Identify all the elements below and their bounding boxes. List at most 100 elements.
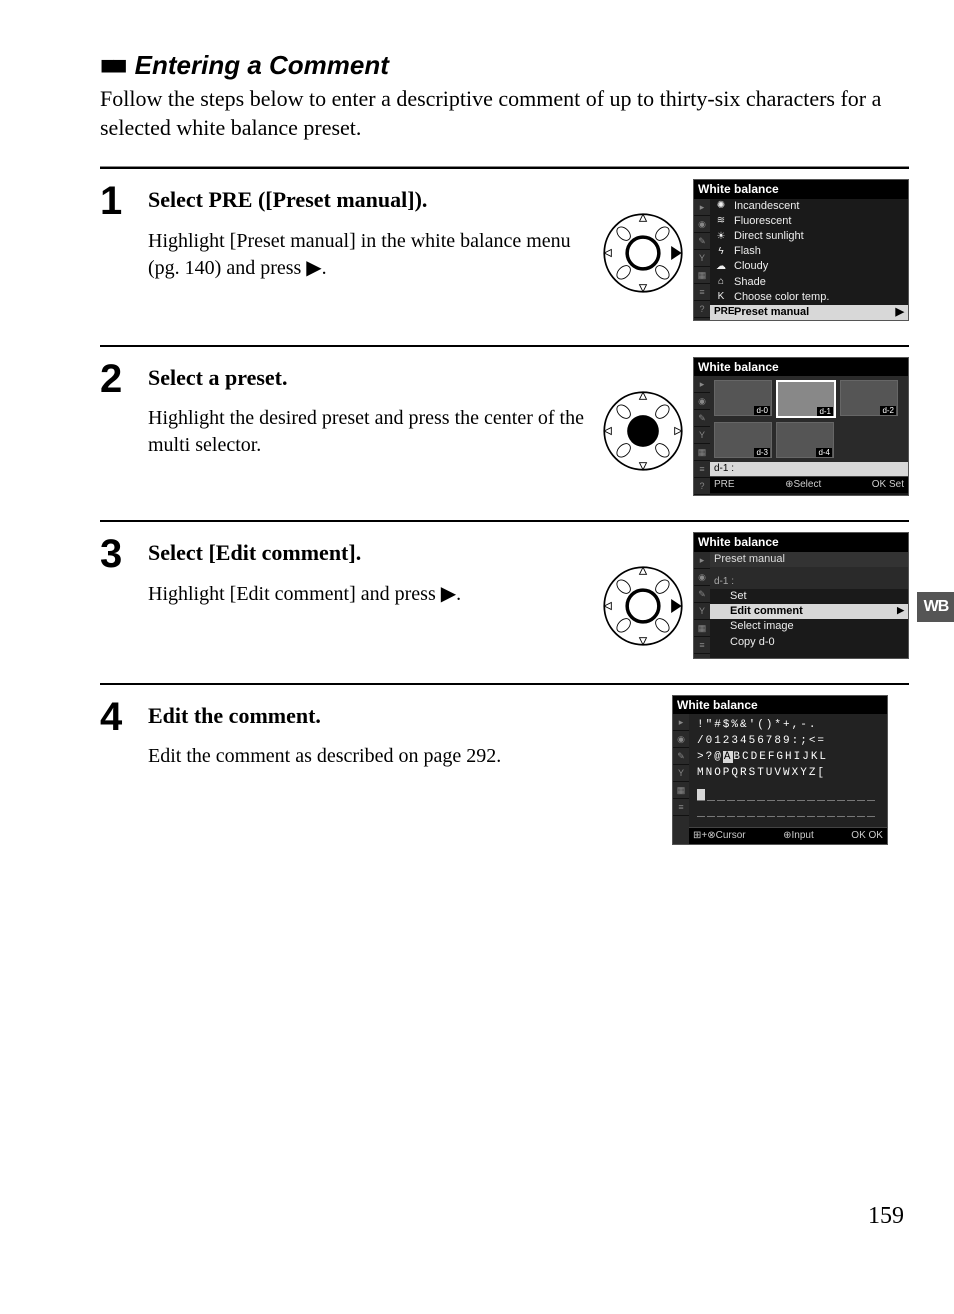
step-3: 3 Select [Edit comment]. Highlight [Edit…	[100, 520, 909, 682]
lcd-tab-icon: ≡	[694, 637, 710, 654]
lcd-title: White balance	[694, 180, 908, 198]
lcd-footer-item: ⊕Select	[785, 479, 821, 491]
lcd-menu-row: PRE Preset manual ▶	[710, 305, 908, 320]
wb-mode-icon: ✺	[714, 200, 728, 212]
lcd-menu-item: Set	[710, 589, 908, 604]
lcd-menu-item: Edit comment	[710, 604, 908, 619]
char-grid: !"#$%&'()*+,-. /0123456789:;<= >?@ABCDEF…	[689, 714, 887, 786]
lcd-tab-icon: ▦	[694, 267, 710, 284]
lcd-title: White balance	[673, 696, 887, 714]
lcd-tab-icon: ▸	[694, 376, 710, 393]
lcd-screenshot-preset-grid: White balance ▸ ◉ ✎ Y ▦ ≡ ? d-0d-1d-2d	[693, 357, 909, 496]
wb-mode-icon: ϟ	[714, 246, 728, 258]
step-text: Edit the comment as described on page 29…	[148, 743, 568, 770]
preset-thumbnail: d-4	[776, 422, 834, 458]
step-title: Select [Edit comment].	[148, 540, 589, 566]
step-title: Select PRE ([Preset manual]).	[148, 187, 589, 213]
step-2: 2 Select a preset. Highlight the desired…	[100, 345, 909, 520]
wb-mode-label: Fluorescent	[734, 215, 791, 228]
lcd-footer-item: OK Set	[872, 479, 904, 491]
wb-tab-badge: WB	[917, 592, 954, 622]
step-text: Highlight the desired preset and press t…	[148, 405, 589, 459]
wb-mode-icon: ≋	[714, 215, 728, 227]
multi-selector-right-icon	[599, 562, 687, 650]
lcd-footer-item: ⊞+⊗Cursor	[693, 830, 746, 842]
lcd-tab-icon: ?	[694, 478, 710, 495]
wb-mode-label: Incandescent	[734, 200, 799, 213]
lcd-menu-item: Select image	[710, 619, 908, 634]
wb-mode-icon: ☁	[714, 261, 728, 273]
lcd-preset-label: d-1 :	[710, 575, 908, 589]
preset-thumbnail-label: d-4	[816, 448, 832, 458]
lcd-title: White balance	[694, 533, 908, 551]
heading-text: Entering a Comment	[135, 50, 389, 80]
lcd-menu-row: ☁ Cloudy	[710, 259, 908, 274]
preset-thumbnail: d-0	[714, 380, 772, 416]
lcd-menu-row: ☀ Direct sunlight	[710, 229, 908, 244]
step-title: Edit the comment.	[148, 703, 568, 729]
wb-mode-icon: ☀	[714, 231, 728, 243]
wb-mode-label: Flash	[734, 245, 761, 258]
lcd-tab-icon: Y	[694, 603, 710, 620]
lcd-screenshot-text-entry: White balance ▸ ◉ ✎ Y ▦ ≡ !"#$%&'()*+,-.…	[672, 695, 888, 845]
lcd-tab-icon: ≡	[673, 799, 689, 816]
lcd-subtitle: Preset manual	[710, 552, 908, 567]
lcd-tab-icon: ▸	[694, 199, 710, 216]
wb-mode-icon: K	[714, 291, 728, 303]
lcd-tab-icon: ▦	[673, 782, 689, 799]
preset-thumbnail-label: d-2	[880, 406, 896, 416]
lcd-menu-item: Copy d-0	[710, 635, 908, 650]
lcd-tab-icon: ◉	[694, 216, 710, 233]
lcd-tab-icon: ✎	[694, 233, 710, 250]
lcd-menu-row: ✺ Incandescent	[710, 199, 908, 214]
lcd-tab-icon: ▸	[673, 714, 689, 731]
step-text: Highlight [Preset manual] in the white b…	[148, 228, 589, 282]
lcd-tab-icon: Y	[694, 427, 710, 444]
preset-thumbnail: d-3	[714, 422, 772, 458]
lcd-menu-row: ≋ Fluorescent	[710, 214, 908, 229]
lcd-tab-icon: ≡	[694, 461, 710, 478]
lcd-tab-icon: ✎	[673, 748, 689, 765]
lcd-screenshot-preset-menu: White balance ▸ ◉ ✎ Y ▦ ≡ Preset manual	[693, 532, 909, 658]
lcd-menu-row: ϟ Flash	[710, 244, 908, 259]
step-list: 1 Select PRE ([Preset manual]). Highligh…	[100, 166, 909, 869]
lcd-tab-icon: ▦	[694, 444, 710, 461]
lcd-tab-icon: ◉	[673, 731, 689, 748]
multi-selector-center-icon	[599, 387, 687, 475]
lcd-title: White balance	[694, 358, 908, 376]
lcd-footer-item: OK OK	[851, 830, 883, 842]
step-number: 2	[100, 357, 148, 496]
lcd-menu-row: ⌂Shade	[710, 275, 908, 290]
lcd-footer-item: PRE	[714, 479, 735, 491]
preset-thumbnail-label: d-0	[754, 406, 770, 416]
lcd-tab-icon: ✎	[694, 586, 710, 603]
lcd-screenshot-wb-menu: White balance ▸ ◉ ✎ Y ▦ ≡ ? ✺ Incandescen…	[693, 179, 909, 321]
wb-mode-label: Cloudy	[734, 260, 768, 273]
lcd-menu-row: KChoose color temp.	[710, 290, 908, 305]
chevron-right-icon: ▶	[896, 306, 904, 319]
lcd-caption: d-1 :	[710, 462, 908, 476]
section-heading: ■■ Entering a Comment	[100, 50, 909, 81]
preset-thumbnail-label: d-3	[754, 448, 770, 458]
step-number: 3	[100, 532, 148, 658]
lcd-tab-icon: ≡	[694, 284, 710, 301]
lcd-footer-item: ⊕Input	[783, 830, 814, 842]
lcd-tab-icon: Y	[673, 765, 689, 782]
wb-mode-label: Direct sunlight	[734, 230, 804, 243]
lcd-tab-icon: ◉	[694, 393, 710, 410]
preset-thumbnail: d-1	[776, 380, 836, 418]
lcd-tab-icon: ▦	[694, 620, 710, 637]
step-number: 1	[100, 179, 148, 321]
step-title: Select a preset.	[148, 365, 589, 391]
step-4: 4 Edit the comment. Edit the comment as …	[100, 683, 909, 869]
lcd-tab-icon: ✎	[694, 410, 710, 427]
wb-mode-label: Shade	[734, 276, 766, 289]
heading-squares-icon: ■■	[100, 50, 123, 80]
lcd-tab-icon: ?	[694, 301, 710, 318]
lcd-tab-icon: Y	[694, 250, 710, 267]
step-text: Highlight [Edit comment] and press ▶.	[148, 581, 589, 608]
wb-mode-label: Preset manual	[734, 306, 809, 319]
multi-selector-right-icon	[599, 209, 687, 297]
intro-paragraph: Follow the steps below to enter a descri…	[100, 85, 909, 142]
wb-mode-icon: PRE	[714, 306, 728, 318]
